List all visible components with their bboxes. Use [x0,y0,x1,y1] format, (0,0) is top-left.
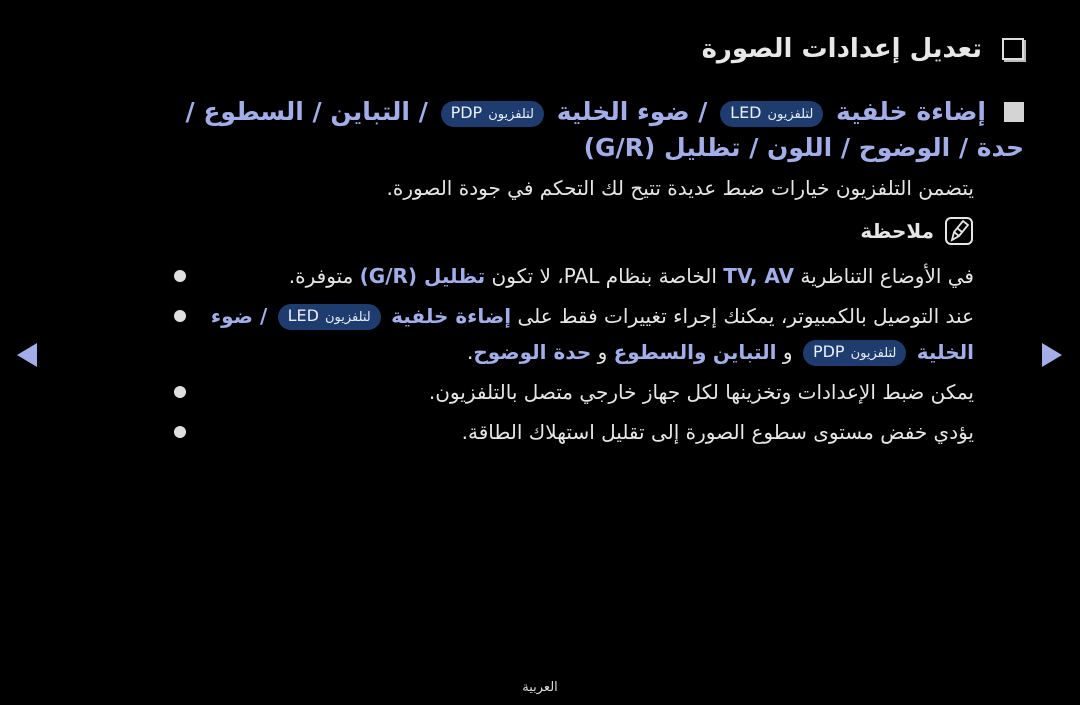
led-tv-badge: لتلفزيونLED [720,101,824,127]
pdp-tv-badge: لتلفزيونPDP [802,340,907,366]
description: يتضمن التلفزيون خيارات ضبط عديدة تتيح لك… [386,176,974,200]
page-title-row: تعديل إعدادات الصورة [702,34,1024,64]
bullet-icon [174,426,186,438]
checkbox-square-icon [1002,38,1024,60]
note-pencil-icon [945,217,973,245]
note-label: ملاحظة [860,219,934,243]
filled-square-icon [1004,102,1024,122]
heading-backlight: إضاءة خلفية [836,97,986,126]
list-item: عند التوصيل بالكمبيوتر، يمكنك إجراء تغيي… [174,298,974,370]
bullet-icon [174,386,186,398]
arrow-left-icon[interactable] [17,343,37,367]
section-heading: إضاءة خلفية لتلفزيونLED / ضوء الخلية لتل… [164,94,1024,166]
language-label: العربية [522,680,558,695]
list-item: يؤدي خفض مستوى سطوع الصورة إلى تقليل است… [174,414,974,450]
pdp-tv-badge: لتلفزيونPDP [440,101,545,127]
led-tv-badge: لتلفزيونLED [277,304,381,330]
bullet-icon [174,270,186,282]
list-item: يمكن ضبط الإعدادات وتخزينها لكل جهاز خار… [174,374,974,410]
arrow-right-icon[interactable] [1042,343,1062,367]
note-header: ملاحظة [860,216,974,246]
heading-cell-light: / ضوء الخلية [556,97,708,126]
page-title: تعديل إعدادات الصورة [701,34,982,64]
list-item: في الأوضاع التناظرية TV, AV الخاصة بنظام… [174,258,974,294]
bullet-icon [174,310,186,322]
notes-list: في الأوضاع التناظرية TV, AV الخاصة بنظام… [174,258,974,454]
